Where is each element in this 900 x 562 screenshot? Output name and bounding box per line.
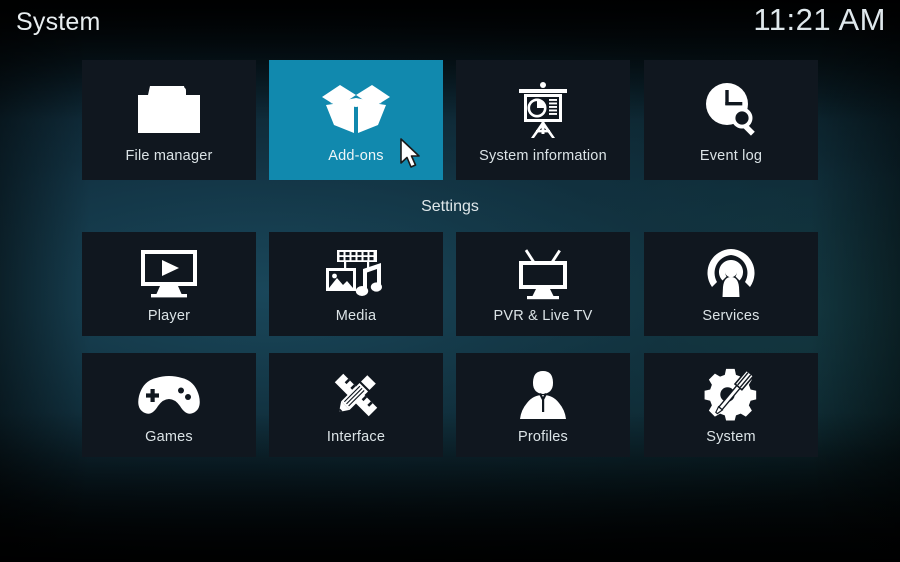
tile-label: Services xyxy=(702,308,760,324)
tile-system[interactable]: System xyxy=(644,353,818,457)
person-bust-icon xyxy=(456,367,630,423)
tile-label: Add-ons xyxy=(328,148,384,164)
tile-label: PVR & Live TV xyxy=(493,308,593,324)
pencil-ruler-icon xyxy=(269,367,443,423)
tile-event-log[interactable]: Event log xyxy=(644,60,818,180)
podcast-person-icon xyxy=(644,246,818,302)
tile-label: System xyxy=(706,429,756,445)
tile-label: File manager xyxy=(125,148,213,164)
tile-label: Player xyxy=(147,308,191,324)
page-title: System xyxy=(16,8,101,36)
tile-add-ons[interactable]: Add-ons xyxy=(269,60,443,180)
presentation-chart-icon xyxy=(456,79,630,141)
gear-screwdriver-icon xyxy=(644,367,818,423)
tile-games[interactable]: Games xyxy=(82,353,256,457)
tile-player[interactable]: Player xyxy=(82,232,256,336)
tile-services[interactable]: Services xyxy=(644,232,818,336)
tile-interface[interactable]: Interface xyxy=(269,353,443,457)
clock-magnifier-icon xyxy=(644,79,818,141)
kodi-system-screen: System 11:21 AM File manager Add-ons Sys… xyxy=(0,0,900,562)
window-header: System 11:21 AM xyxy=(0,0,900,52)
folder-icon xyxy=(82,79,256,141)
clock: 11:21 AM xyxy=(753,2,886,37)
tile-label: Media xyxy=(335,308,377,324)
open-box-icon xyxy=(269,79,443,141)
tile-label: Event log xyxy=(699,148,763,164)
tile-media[interactable]: Media xyxy=(269,232,443,336)
tile-label: Profiles xyxy=(518,429,568,445)
tile-profiles[interactable]: Profiles xyxy=(456,353,630,457)
tile-pvr-live-tv[interactable]: PVR & Live TV xyxy=(456,232,630,336)
tv-antenna-icon xyxy=(456,246,630,302)
tile-system-information[interactable]: System information xyxy=(456,60,630,180)
background-vignette-right xyxy=(810,0,900,562)
settings-section-label: Settings xyxy=(421,198,479,215)
tile-label: System information xyxy=(479,148,607,164)
tile-label: Games xyxy=(145,429,193,445)
tile-file-manager[interactable]: File manager xyxy=(82,60,256,180)
filmstrip-photo-music-icon xyxy=(269,246,443,302)
monitor-play-icon xyxy=(82,246,256,302)
background-vignette-left xyxy=(0,0,90,562)
tile-label: Interface xyxy=(326,429,386,445)
gamepad-icon xyxy=(82,367,256,423)
